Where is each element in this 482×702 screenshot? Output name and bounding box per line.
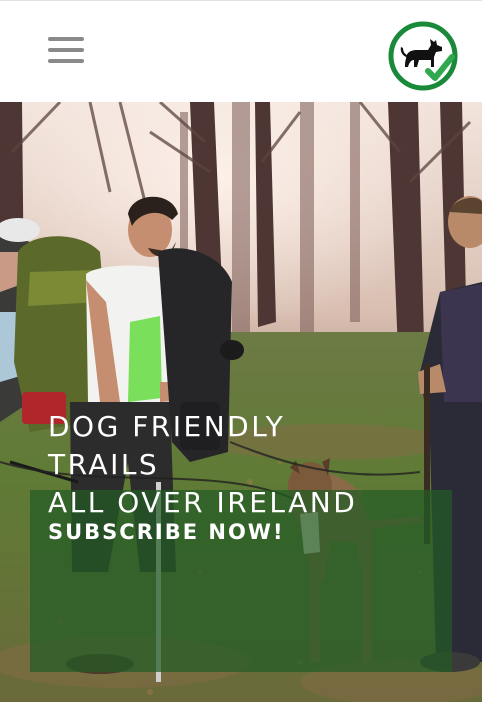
hero-title-line: TRAILS xyxy=(48,448,160,481)
menu-bar xyxy=(48,59,84,63)
dog-friendly-logo-icon[interactable] xyxy=(386,19,460,93)
hero-title: DOG FRIENDLY TRAILS ALL OVER IRELAND xyxy=(48,408,448,522)
page: DOG FRIENDLY TRAILS ALL OVER IRELAND SUB… xyxy=(0,0,482,702)
hero-section xyxy=(0,102,482,702)
menu-bar xyxy=(48,48,84,52)
subscribe-now-link[interactable]: SUBSCRIBE NOW! xyxy=(48,520,285,544)
site-header xyxy=(0,0,482,102)
hero-title-line: DOG FRIENDLY xyxy=(48,410,286,443)
hero-title-line: ALL OVER IRELAND xyxy=(48,486,358,519)
menu-bar xyxy=(48,37,84,41)
hamburger-menu-icon[interactable] xyxy=(48,37,84,63)
